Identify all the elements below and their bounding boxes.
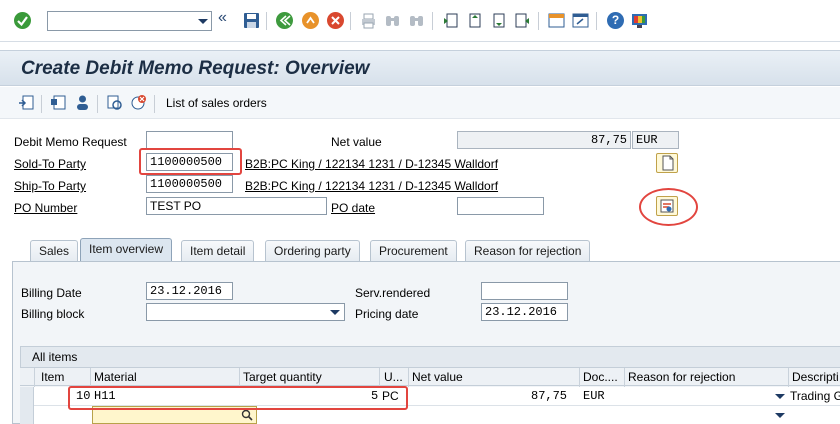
- column-unit[interactable]: U...: [384, 370, 403, 384]
- document-flow-icon[interactable]: [106, 94, 123, 111]
- previous-page-icon[interactable]: [466, 12, 483, 29]
- billing-date-field[interactable]: 23.12.2016: [146, 282, 233, 300]
- list-of-sales-orders-button[interactable]: List of sales orders: [166, 96, 267, 110]
- billing-block-label: Billing block: [21, 307, 85, 321]
- tab-item-detail[interactable]: Item detail: [181, 240, 255, 262]
- serv-rendered-field[interactable]: [481, 282, 568, 300]
- ship-to-party-description[interactable]: B2B:PC King / 122134 1231 / D-12345 Wall…: [245, 179, 498, 193]
- title-bar: Create Debit Memo Request: Overview: [0, 50, 840, 86]
- highlight-sold-to: [139, 148, 242, 175]
- cancel-icon[interactable]: [327, 12, 344, 29]
- chevron-down-icon[interactable]: [330, 310, 340, 315]
- chevron-down-icon[interactable]: [775, 394, 785, 399]
- help-icon[interactable]: ?: [607, 12, 624, 29]
- command-field[interactable]: [47, 11, 212, 31]
- save-icon[interactable]: [243, 12, 260, 29]
- billing-block-select[interactable]: [146, 303, 345, 321]
- search-icon[interactable]: [241, 409, 253, 421]
- tab-procurement[interactable]: Procurement: [370, 240, 457, 262]
- chevron-down-icon[interactable]: [775, 413, 785, 418]
- cell-net-value: 87,75: [531, 389, 568, 403]
- column-target-quantity[interactable]: Target quantity: [243, 370, 322, 384]
- find-next-icon[interactable]: [408, 12, 425, 29]
- system-toolbar: « ?: [0, 0, 840, 42]
- column-item[interactable]: Item: [41, 370, 64, 384]
- exit-icon[interactable]: [302, 12, 319, 29]
- net-value-field: 87,75: [457, 131, 631, 149]
- document-icon[interactable]: [656, 153, 678, 173]
- row-selector[interactable]: [20, 406, 34, 424]
- table-header: Item Material Target quantity U... Net v…: [20, 368, 840, 424]
- tab-reason-for-rejection[interactable]: Reason for rejection: [465, 240, 591, 262]
- find-icon[interactable]: [384, 12, 401, 29]
- po-number-field[interactable]: TEST PO: [146, 197, 327, 215]
- po-number-label[interactable]: PO Number: [14, 201, 77, 215]
- sold-to-party-label[interactable]: Sold-To Party: [14, 157, 86, 171]
- chevron-down-icon[interactable]: [198, 19, 208, 24]
- application-toolbar: List of sales orders: [0, 87, 840, 119]
- po-date-field[interactable]: [457, 197, 544, 215]
- create-session-icon[interactable]: [548, 12, 565, 29]
- ship-to-party-label[interactable]: Ship-To Party: [14, 179, 86, 193]
- sold-to-party-description[interactable]: B2B:PC King / 122134 1231 / D-12345 Wall…: [245, 157, 498, 171]
- first-page-icon[interactable]: [442, 12, 459, 29]
- display-document-icon[interactable]: [18, 94, 35, 111]
- highlight-header-details: [639, 188, 698, 226]
- billing-date-label: Billing Date: [21, 286, 82, 300]
- create-shortcut-icon[interactable]: [572, 12, 589, 29]
- row-selector[interactable]: [20, 387, 34, 406]
- net-value-label: Net value: [331, 135, 382, 149]
- tab-item-overview[interactable]: Item overview: [80, 238, 173, 262]
- ship-to-party-field[interactable]: 1100000500: [146, 175, 233, 193]
- history-arrows-icon[interactable]: «: [218, 9, 235, 26]
- cell-description: Trading G: [790, 389, 840, 403]
- last-page-icon[interactable]: [514, 12, 531, 29]
- pricing-date-field[interactable]: 23.12.2016: [481, 303, 568, 321]
- serv-rendered-label: Serv.rendered: [355, 286, 431, 300]
- column-reason-for-rejection[interactable]: Reason for rejection: [628, 370, 735, 384]
- back-icon[interactable]: [276, 12, 293, 29]
- page-title: Create Debit Memo Request: Overview: [21, 58, 370, 79]
- column-material[interactable]: Material: [94, 370, 137, 384]
- print-icon[interactable]: [360, 12, 377, 29]
- all-items-title: All items: [32, 350, 78, 364]
- customize-layout-icon[interactable]: [631, 12, 648, 29]
- tab-ordering-party[interactable]: Ordering party: [265, 240, 360, 262]
- column-doc-currency[interactable]: Doc....: [583, 370, 618, 384]
- all-items-header: All items: [20, 346, 840, 368]
- orders-icon[interactable]: [50, 94, 67, 111]
- debit-memo-request-label: Debit Memo Request: [14, 135, 127, 149]
- tab-sales[interactable]: Sales: [30, 240, 79, 262]
- enter-check-icon[interactable]: [14, 12, 31, 29]
- cell-currency: EUR: [583, 389, 605, 403]
- next-page-icon[interactable]: [490, 12, 507, 29]
- reject-icon[interactable]: [130, 94, 147, 111]
- pricing-date-label: Pricing date: [355, 307, 419, 321]
- po-date-label[interactable]: PO date: [331, 201, 375, 215]
- column-net-value[interactable]: Net value: [412, 370, 463, 384]
- person-icon[interactable]: [74, 94, 91, 111]
- currency-field: EUR: [632, 131, 679, 149]
- highlight-item-row: [68, 386, 408, 410]
- debit-memo-request-field[interactable]: [146, 131, 233, 149]
- tab-strip: Sales Item overview Item detail Ordering…: [0, 238, 840, 262]
- column-description[interactable]: Descripti: [792, 370, 839, 384]
